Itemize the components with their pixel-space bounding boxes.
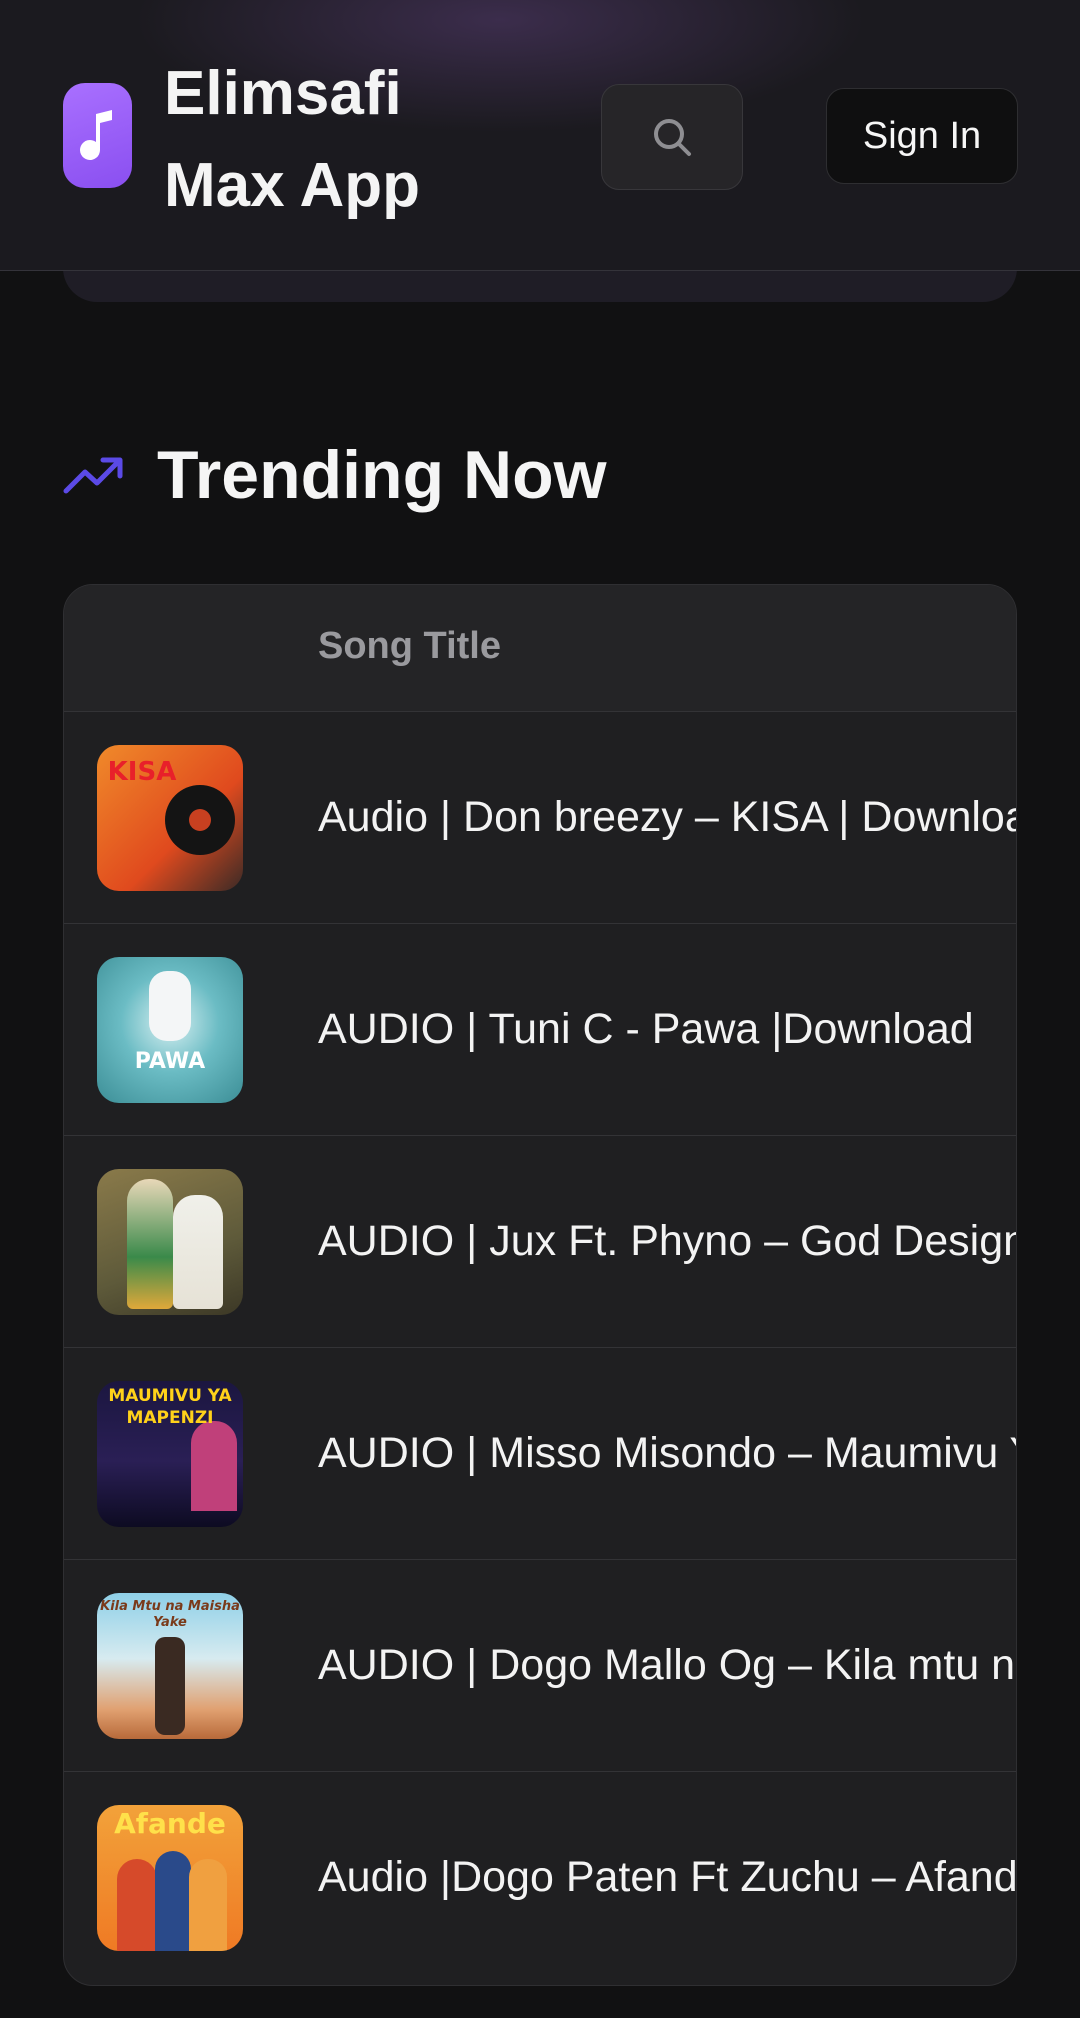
trending-heading: Trending Now bbox=[63, 430, 607, 520]
table-row[interactable]: KISA Audio | Don breezy – KISA | Downloa… bbox=[64, 712, 1016, 924]
table-row[interactable]: AUDIO | Jux Ft. Phyno – God Design bbox=[64, 1136, 1016, 1348]
app-logo[interactable] bbox=[63, 83, 132, 188]
search-icon bbox=[654, 119, 691, 156]
cover-text: PAWA bbox=[134, 1049, 206, 1074]
app-title: Elimsafi Max App bbox=[164, 59, 421, 220]
search-button[interactable] bbox=[601, 84, 743, 190]
table-row[interactable]: MAUMIVU YA MAPENZI AUDIO | Misso Misondo… bbox=[64, 1348, 1016, 1560]
song-cover: KISA bbox=[97, 745, 243, 891]
column-header-song-title: Song Title bbox=[318, 625, 501, 667]
table-row[interactable]: Afande Audio |Dogo Paten Ft Zuchu – Afan… bbox=[64, 1772, 1016, 1983]
table-header: Song Title bbox=[64, 585, 1016, 712]
song-title: AUDIO | Tuni C - Pawa |Download bbox=[318, 1005, 974, 1053]
cover-text: Afande bbox=[114, 1807, 226, 1840]
song-cover: Afande bbox=[97, 1805, 243, 1951]
music-note-icon bbox=[79, 109, 112, 160]
cover-text: Kila Mtu na Maisha Yake bbox=[100, 1599, 240, 1630]
song-cover: Kila Mtu na Maisha Yake bbox=[97, 1593, 243, 1739]
trending-table: Song Title KISA Audio | Don breezy – KIS… bbox=[63, 584, 1017, 1986]
cover-text: MAUMIVU YA MAPENZI bbox=[108, 1386, 232, 1428]
table-row[interactable]: Kila Mtu na Maisha Yake AUDIO | Dogo Mal… bbox=[64, 1560, 1016, 1772]
song-title: Audio |Dogo Paten Ft Zuchu – Afande bbox=[318, 1853, 1016, 1901]
song-title: AUDIO | Misso Misondo – Maumivu Ya Mapen… bbox=[318, 1429, 1016, 1477]
section-title: Trending Now bbox=[157, 437, 607, 513]
song-cover: MAUMIVU YA MAPENZI bbox=[97, 1381, 243, 1527]
song-cover: PAWA bbox=[97, 957, 243, 1103]
cover-text: KISA bbox=[107, 757, 177, 787]
trending-up-icon bbox=[63, 457, 123, 494]
table-row[interactable]: PAWA AUDIO | Tuni C - Pawa |Download bbox=[64, 924, 1016, 1136]
sign-in-button[interactable]: Sign In bbox=[826, 88, 1018, 184]
song-title: AUDIO | Dogo Mallo Og – Kila mtu na Mais… bbox=[318, 1641, 1016, 1689]
song-title: Audio | Don breezy – KISA | Download bbox=[318, 793, 1016, 841]
song-cover bbox=[97, 1169, 243, 1315]
app-header: Elimsafi Max App Sign In bbox=[0, 0, 1080, 271]
song-title: AUDIO | Jux Ft. Phyno – God Design bbox=[318, 1217, 1016, 1265]
